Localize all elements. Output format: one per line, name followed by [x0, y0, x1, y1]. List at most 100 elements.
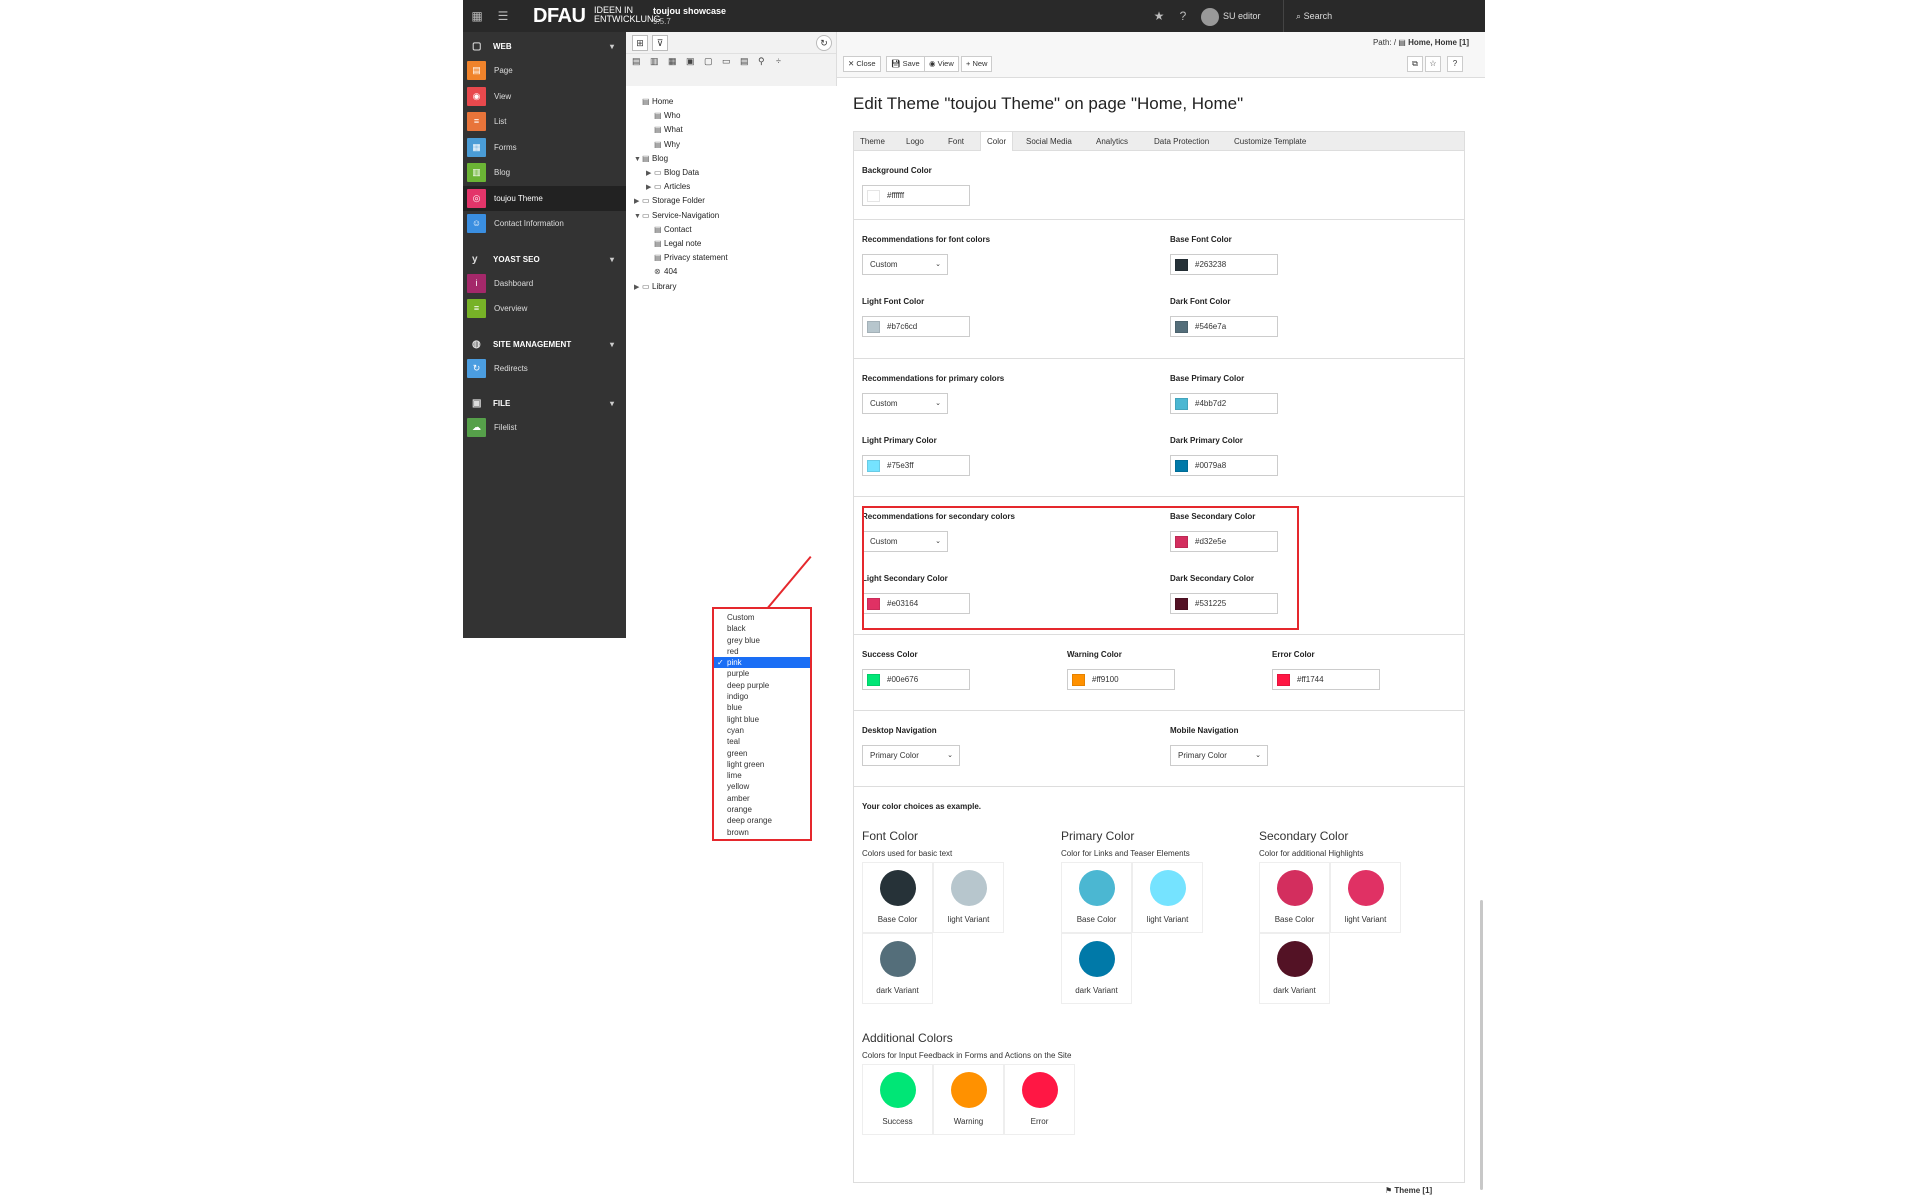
dropdown-option[interactable]: teal — [714, 736, 810, 747]
dropdown-option[interactable]: orange — [714, 804, 810, 815]
dropdown-option[interactable]: Custom — [714, 612, 810, 623]
module-item[interactable]: ↻ Redirects — [463, 356, 626, 382]
tab-social-media[interactable]: Social Media — [1020, 132, 1078, 151]
expanded-caret-icon[interactable]: ▼ — [634, 153, 642, 167]
background-color-input[interactable]: #ffffff — [862, 185, 970, 206]
dropdown-option[interactable]: lime — [714, 770, 810, 781]
font-reco-select[interactable]: Custom ⌄ — [862, 254, 948, 275]
divider-type-icon[interactable]: ÷ — [776, 56, 781, 66]
tree-node[interactable]: ⊗ 404 — [654, 265, 677, 279]
module-item[interactable]: ≡ Overview — [463, 296, 626, 322]
dropdown-option[interactable]: deep orange — [714, 815, 810, 826]
tab-customize-template[interactable]: Customize Template — [1228, 132, 1312, 151]
close-button[interactable]: ✕ Close — [843, 56, 881, 72]
module-item[interactable]: ≡ List — [463, 109, 626, 135]
tree-node[interactable]: ▤ What — [654, 123, 683, 137]
path-page[interactable]: Home, Home [1] — [1408, 38, 1469, 47]
module-item[interactable]: ☺ Contact Information — [463, 211, 626, 237]
module-group[interactable]: ▢ WEB ▾ — [463, 36, 626, 58]
page-type-icon[interactable]: ▦ — [668, 56, 677, 67]
tab-analytics[interactable]: Analytics — [1090, 132, 1134, 151]
success-input[interactable]: #00e676 — [862, 669, 970, 690]
page-type-icon[interactable]: ▢ — [704, 56, 713, 67]
base-font-input[interactable]: #263238 — [1170, 254, 1278, 275]
light-primary-input[interactable]: #75e3ff — [862, 455, 970, 476]
module-item[interactable]: ▦ Forms — [463, 135, 626, 161]
tab-logo[interactable]: Logo — [900, 132, 930, 151]
color-swatch[interactable] — [1072, 674, 1085, 686]
expanded-caret-icon[interactable]: ▼ — [634, 210, 642, 224]
color-swatch[interactable] — [1175, 460, 1188, 472]
dropdown-option[interactable]: ✓ pink — [714, 657, 810, 669]
page-type-icon[interactable]: ▥ — [650, 56, 659, 67]
module-item[interactable]: ▤ Page — [463, 58, 626, 84]
module-item[interactable]: ◎ toujou Theme — [463, 185, 626, 211]
site-name[interactable]: toujou showcase — [653, 6, 726, 16]
color-swatch[interactable] — [867, 190, 880, 202]
tree-node[interactable]: ▼▤ Blog — [634, 152, 668, 166]
dropdown-option[interactable]: green — [714, 748, 810, 759]
light-font-input[interactable]: #b7c6cd — [862, 316, 970, 337]
dropdown-option[interactable]: cyan — [714, 725, 810, 736]
color-swatch[interactable] — [1277, 674, 1290, 686]
tab-font[interactable]: Font — [942, 132, 970, 151]
dropdown-option[interactable]: yellow — [714, 781, 810, 792]
tree-node[interactable]: ▼▭ Service-Navigation — [634, 209, 719, 223]
open-new-window-icon[interactable]: ⧉ — [1407, 56, 1423, 72]
dropdown-option[interactable]: black — [714, 623, 810, 634]
dark-primary-input[interactable]: #0079a8 — [1170, 455, 1278, 476]
filter-icon[interactable]: ⊽ — [652, 35, 668, 51]
tree-node[interactable]: ▤ Home — [642, 95, 673, 109]
tab-data-protection[interactable]: Data Protection — [1148, 132, 1215, 151]
module-group[interactable]: ◍ SITE MANAGEMENT ▾ — [463, 334, 626, 356]
tree-node[interactable]: ▶ ▭ Blog Data — [646, 166, 699, 180]
module-item[interactable]: ☁ Filelist — [463, 415, 626, 441]
color-swatch[interactable] — [1175, 398, 1188, 410]
module-item[interactable]: i Dashboard — [463, 271, 626, 297]
view-button[interactable]: ◉ View — [924, 56, 959, 72]
list-icon[interactable]: ☰ — [495, 8, 511, 24]
bookmark-icon[interactable]: ☆ — [1425, 56, 1441, 72]
save-button[interactable]: 💾︎ Save — [886, 56, 925, 72]
collapsed-caret-icon[interactable]: ▶ — [646, 167, 654, 181]
error-input[interactable]: #ff1744 — [1272, 669, 1380, 690]
module-group[interactable]: ▣ FILE ▾ — [463, 393, 626, 415]
module-group[interactable]: y YOAST SEO ▾ — [463, 249, 626, 271]
tree-node[interactable]: ▤ Privacy statement — [654, 251, 728, 265]
grid-icon[interactable]: ▦ — [469, 8, 485, 24]
bookmark-star-icon[interactable]: ★ — [1151, 8, 1167, 24]
warning-input[interactable]: #ff9100 — [1067, 669, 1175, 690]
dropdown-option[interactable]: purple — [714, 668, 810, 679]
color-swatch[interactable] — [1175, 321, 1188, 333]
color-swatch[interactable] — [1175, 259, 1188, 271]
color-swatch[interactable] — [867, 674, 880, 686]
search-button[interactable]: ⌕ Search — [1283, 0, 1485, 32]
page-type-icon[interactable]: ▤ — [632, 56, 641, 67]
module-item[interactable]: ▥ Blog — [463, 160, 626, 186]
new-page-icon[interactable]: ⊞ — [632, 35, 648, 51]
tree-node[interactable]: ▤ Why — [654, 138, 680, 152]
dropdown-option[interactable]: grey blue — [714, 635, 810, 646]
dropdown-option[interactable]: deep purple — [714, 680, 810, 691]
page-type-icon[interactable]: ▣ — [686, 56, 695, 67]
dropdown-option[interactable]: light green — [714, 759, 810, 770]
color-swatch[interactable] — [867, 460, 880, 472]
link-type-icon[interactable]: ⚲ — [758, 56, 765, 67]
tree-node[interactable]: ▤ Legal note — [654, 237, 701, 251]
dropdown-option[interactable]: brown — [714, 827, 810, 838]
tab-color[interactable]: Color — [980, 132, 1014, 152]
color-swatch[interactable] — [867, 321, 880, 333]
dropdown-option[interactable]: red — [714, 646, 810, 657]
dropdown-option[interactable]: amber — [714, 793, 810, 804]
user-menu[interactable]: SU editor — [1201, 7, 1261, 26]
tree-node[interactable]: ▶ ▭ Storage Folder — [634, 194, 705, 208]
help-icon[interactable]: ? — [1175, 8, 1191, 24]
help-icon[interactable]: ? — [1447, 56, 1463, 72]
tree-node[interactable]: ▶ ▭ Library — [634, 280, 676, 294]
folder-type-icon[interactable]: ▭ — [722, 56, 731, 67]
scrollbar[interactable] — [1480, 900, 1483, 1190]
primary-reco-select[interactable]: Custom ⌄ — [862, 393, 948, 414]
new-button[interactable]: + New — [961, 56, 993, 72]
dropdown-option[interactable]: light blue — [714, 714, 810, 725]
collapsed-caret-icon[interactable]: ▶ — [634, 195, 642, 209]
